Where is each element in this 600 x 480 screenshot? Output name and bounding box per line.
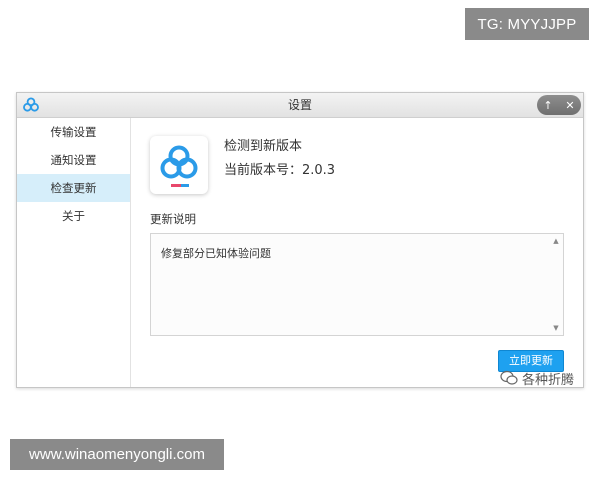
current-version: 当前版本号：2.0.3: [224, 163, 336, 178]
sidebar-item-notification-settings[interactable]: 通知设置: [17, 146, 130, 174]
release-notes-box[interactable]: 修复部分已知体验问题 ▲ ▼: [150, 233, 564, 336]
scroll-down-arrow-icon[interactable]: ▼: [552, 324, 560, 332]
top-watermark-tag: TG: MYYJJPP: [465, 8, 589, 40]
wechat-icon: [500, 370, 518, 385]
minimize-icon[interactable]: ↑: [539, 99, 557, 112]
release-notes-text: 修复部分已知体验问题: [161, 247, 271, 260]
window-title: 设置: [287, 98, 312, 112]
app-logo-card: [150, 136, 208, 194]
close-icon[interactable]: ✕: [561, 99, 579, 112]
title-bar[interactable]: 设置 ↑ ✕: [17, 93, 583, 118]
baidu-netdisk-logo-icon: [160, 145, 198, 187]
scroll-up-arrow-icon[interactable]: ▲: [552, 237, 560, 245]
sidebar-item-transfer-settings[interactable]: 传输设置: [17, 118, 130, 146]
new-version-title: 检测到新版本: [224, 139, 303, 154]
bottom-url-tag: www.winaomenyongli.com: [10, 439, 224, 470]
release-notes-label: 更新说明: [150, 212, 196, 226]
settings-window: 设置 ↑ ✕ 传输设置 通知设置 检查更新 关于 检测到新版本 当前版本号：2.…: [16, 92, 584, 388]
wechat-watermark: 各种折腾: [500, 368, 574, 388]
watermark-text: 各种折腾: [522, 372, 575, 388]
window-controls: ↑ ✕: [537, 95, 581, 115]
update-panel: 检测到新版本 当前版本号：2.0.3 更新说明 修复部分已知体验问题 ▲ ▼ 立…: [131, 118, 583, 387]
sidebar-item-check-updates[interactable]: 检查更新: [17, 174, 130, 202]
sidebar-item-about[interactable]: 关于: [17, 202, 130, 230]
settings-sidebar: 传输设置 通知设置 检查更新 关于: [17, 118, 131, 387]
